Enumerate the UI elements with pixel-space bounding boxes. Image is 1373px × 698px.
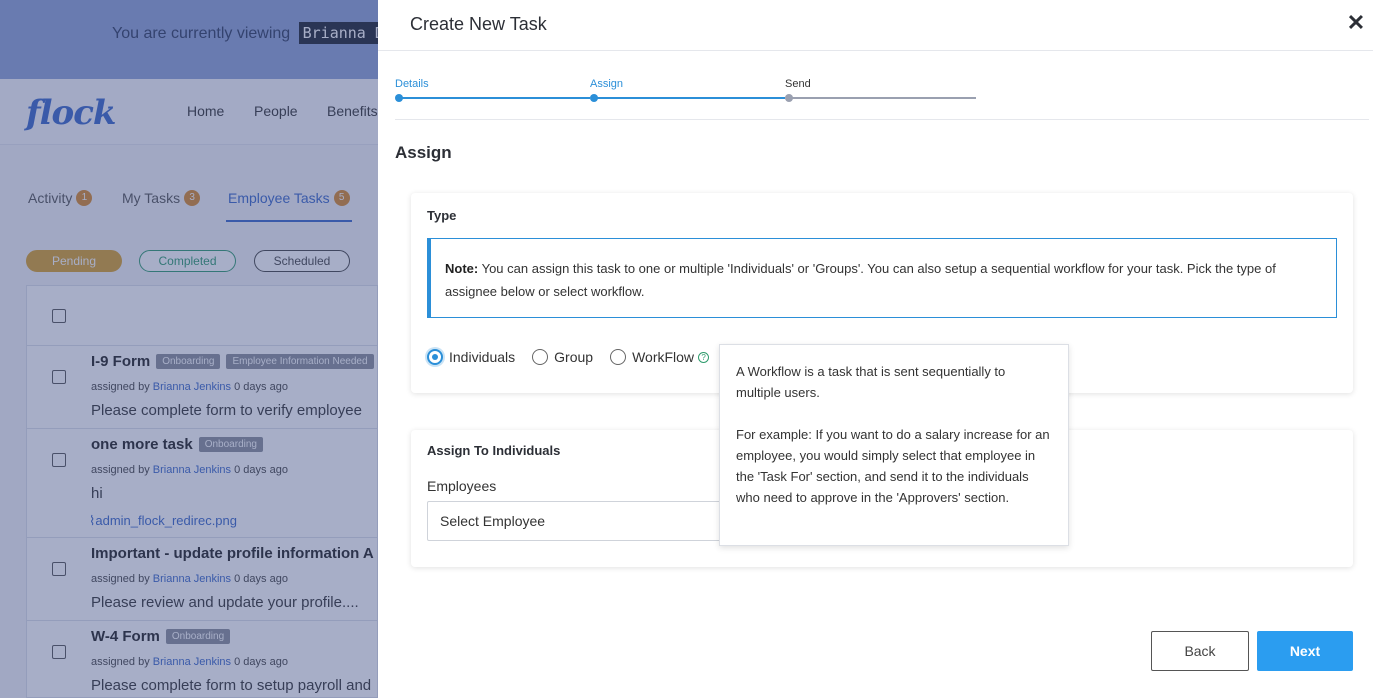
radio-workflow[interactable]: WorkFlow ? <box>610 349 710 365</box>
step-details[interactable]: Details <box>395 78 429 90</box>
panel-header: Create New Task ✕ <box>378 0 1373 51</box>
step-dot-details <box>395 94 403 102</box>
section-title: Assign <box>395 143 452 162</box>
tooltip-paragraph: For example: If you want to do a salary … <box>736 427 1050 505</box>
modal-backdrop[interactable] <box>0 0 378 698</box>
radio-label: Group <box>554 349 594 365</box>
employees-label: Employees <box>427 478 497 494</box>
radio-button[interactable] <box>532 349 549 365</box>
close-icon[interactable]: ✕ <box>1345 12 1367 34</box>
step-connector <box>789 97 976 99</box>
employee-select[interactable]: Select Employee <box>427 501 747 541</box>
next-button[interactable]: Next <box>1257 631 1353 671</box>
help-icon[interactable]: ? <box>698 351 710 363</box>
assign-individuals-label: Assign To Individuals <box>427 443 561 458</box>
workflow-tooltip: A Workflow is a task that is sent sequen… <box>719 344 1069 546</box>
step-progress: Details Assign Send <box>395 78 976 108</box>
tooltip-paragraph: A Workflow is a task that is sent sequen… <box>736 364 1006 400</box>
step-send: Send <box>785 78 811 90</box>
type-label: Type <box>427 208 457 223</box>
divider <box>395 119 1369 120</box>
step-connector <box>594 97 785 99</box>
note-box: Note: You can assign this task to one or… <box>427 238 1337 318</box>
radio-group[interactable]: Group <box>532 349 593 365</box>
assignee-type-radios: Individuals Group WorkFlow ? <box>427 347 726 367</box>
radio-individuals[interactable]: Individuals <box>427 349 515 365</box>
create-task-panel: Create New Task ✕ Details Assign Send As… <box>378 0 1373 698</box>
radio-button-checked[interactable] <box>427 349 443 365</box>
radio-button[interactable] <box>610 349 627 365</box>
step-dot-assign <box>590 94 598 102</box>
step-dot-send <box>785 94 793 102</box>
back-button[interactable]: Back <box>1151 631 1249 671</box>
radio-label: Individuals <box>449 349 516 365</box>
step-assign[interactable]: Assign <box>590 78 623 90</box>
panel-title: Create New Task <box>410 14 547 34</box>
step-connector <box>399 97 590 99</box>
note-label: Note: <box>445 261 479 276</box>
radio-label: WorkFlow <box>632 349 695 365</box>
note-text: You can assign this task to one or multi… <box>445 261 1276 299</box>
